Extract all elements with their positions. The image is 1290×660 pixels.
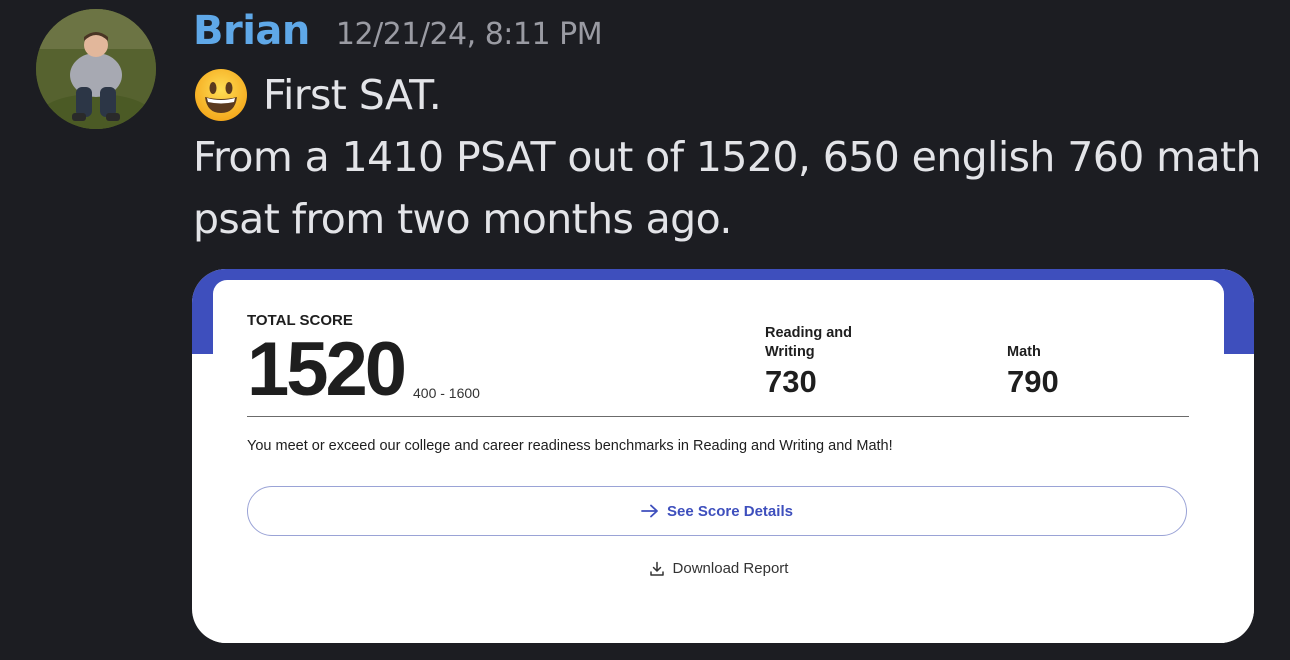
math-label: Math xyxy=(1007,344,1041,360)
math-score: 790 xyxy=(1007,364,1059,399)
username[interactable]: Brian xyxy=(193,8,310,54)
message-header: Brian 12/21/24, 8:11 PM xyxy=(193,8,603,58)
user-avatar[interactable] xyxy=(36,9,156,129)
see-score-details-label: See Score Details xyxy=(667,502,793,520)
timestamp: 12/21/24, 8:11 PM xyxy=(335,17,603,52)
message-line-2: From a 1410 PSAT out of 1520, 650 englis… xyxy=(193,133,1261,181)
total-score-range: 400 - 1600 xyxy=(413,385,480,401)
arrow-right-icon xyxy=(641,504,659,518)
see-score-details-button[interactable]: See Score Details xyxy=(247,486,1187,536)
chat-message: Brian 12/21/24, 8:11 PM First SAT. From … xyxy=(0,0,1290,660)
score-card: TOTAL SCORE 1520 400 - 1600 Reading and … xyxy=(213,280,1224,643)
message-body: First SAT. From a 1410 PSAT out of 1520,… xyxy=(193,64,1273,250)
message-line: First SAT. xyxy=(193,64,1273,126)
benchmark-message: You meet or exceed our college and caree… xyxy=(247,438,893,454)
download-report-link[interactable]: Download Report xyxy=(213,560,1224,577)
grinning-face-emoji-icon xyxy=(193,67,249,123)
message-line-3: psat from two months ago. xyxy=(193,195,732,243)
download-report-label: Download Report xyxy=(672,560,789,577)
side-strip xyxy=(1223,354,1254,643)
total-score-value: 1520 xyxy=(247,327,407,412)
image-attachment[interactable]: TOTAL SCORE 1520 400 - 1600 Reading and … xyxy=(192,269,1254,643)
reading-writing-label-line1: Reading and xyxy=(765,325,853,341)
reading-writing-score: 730 xyxy=(765,364,817,399)
message-line-1: First SAT. xyxy=(263,71,442,119)
divider xyxy=(247,416,1189,417)
download-icon xyxy=(649,561,665,577)
reading-writing-label-line2: Writing xyxy=(765,344,815,360)
